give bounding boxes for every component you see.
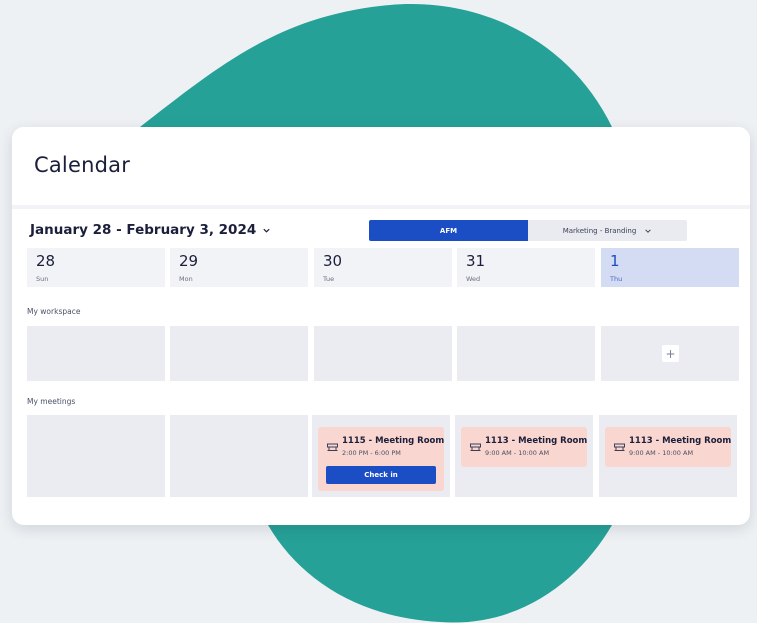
segment-marketing-label: Marketing - Branding [562, 226, 637, 235]
day-name: Sun [36, 275, 49, 283]
meeting-cell: 1115 - Meeting Room 2:00 PM - 6:00 PM Ch… [312, 415, 450, 497]
day-header-tue[interactable]: 30 Tue [314, 248, 452, 287]
card-header: Calendar [12, 127, 750, 209]
check-in-button[interactable]: Check in [326, 466, 436, 484]
calendar-card: Calendar January 28 - February 3, 2024 A… [12, 127, 750, 525]
day-header-mon[interactable]: 29 Mon [170, 248, 308, 287]
meeting-card[interactable]: 1113 - Meeting Room 9:00 AM - 10:00 AM [605, 427, 731, 467]
meeting-title: 1113 - Meeting Room [629, 436, 732, 446]
meeting-cell: 1113 - Meeting Room 9:00 AM - 10:00 AM [455, 415, 593, 497]
segment-afm-label: AFM [439, 226, 458, 235]
day-name: Thu [610, 275, 623, 283]
meeting-card[interactable]: 1113 - Meeting Room 9:00 AM - 10:00 AM [461, 427, 587, 467]
add-workspace-button[interactable]: + [662, 345, 679, 362]
workspace-cell[interactable] [170, 326, 308, 381]
view-switcher: AFM Marketing - Branding [369, 220, 687, 241]
plus-icon: + [665, 346, 676, 361]
chevron-down-icon [645, 228, 652, 233]
workspace-cell[interactable] [457, 326, 595, 381]
workspace-cell[interactable] [314, 326, 452, 381]
day-number: 28 [36, 252, 56, 270]
chevron-down-icon [263, 228, 270, 233]
meeting-cell [170, 415, 308, 497]
meetings-section-label: My meetings [27, 397, 76, 406]
page-title: Calendar [34, 153, 131, 177]
day-number: 1 [610, 252, 620, 270]
day-header-thu[interactable]: 1 Thu [601, 248, 739, 287]
workspace-cell[interactable]: + [601, 326, 739, 381]
meeting-title: 1115 - Meeting Room [342, 436, 445, 446]
date-range-selector[interactable]: January 28 - February 3, 2024 [30, 222, 271, 238]
meeting-card[interactable]: 1115 - Meeting Room 2:00 PM - 6:00 PM Ch… [318, 427, 444, 491]
meeting-room-icon [614, 443, 625, 451]
meeting-room-icon [327, 443, 338, 451]
day-number: 29 [179, 252, 199, 270]
segment-afm[interactable]: AFM [369, 220, 528, 241]
segment-marketing-branding[interactable]: Marketing - Branding [528, 220, 687, 241]
meeting-time: 2:00 PM - 6:00 PM [342, 449, 401, 457]
meeting-cell [27, 415, 165, 497]
day-name: Tue [323, 275, 335, 283]
day-number: 31 [466, 252, 486, 270]
workspace-section-label: My workspace [27, 307, 81, 316]
workspace-cell[interactable] [27, 326, 165, 381]
meeting-time: 9:00 AM - 10:00 AM [485, 449, 550, 457]
day-number: 30 [323, 252, 343, 270]
day-header-sun[interactable]: 28 Sun [27, 248, 165, 287]
day-header-wed[interactable]: 31 Wed [457, 248, 595, 287]
day-name: Mon [179, 275, 193, 283]
meeting-cell: 1113 - Meeting Room 9:00 AM - 10:00 AM [599, 415, 737, 497]
date-range-label: January 28 - February 3, 2024 [30, 222, 257, 238]
day-name: Wed [466, 275, 481, 283]
meeting-title: 1113 - Meeting Room [485, 436, 588, 446]
meeting-room-icon [470, 443, 481, 451]
meeting-time: 9:00 AM - 10:00 AM [629, 449, 694, 457]
